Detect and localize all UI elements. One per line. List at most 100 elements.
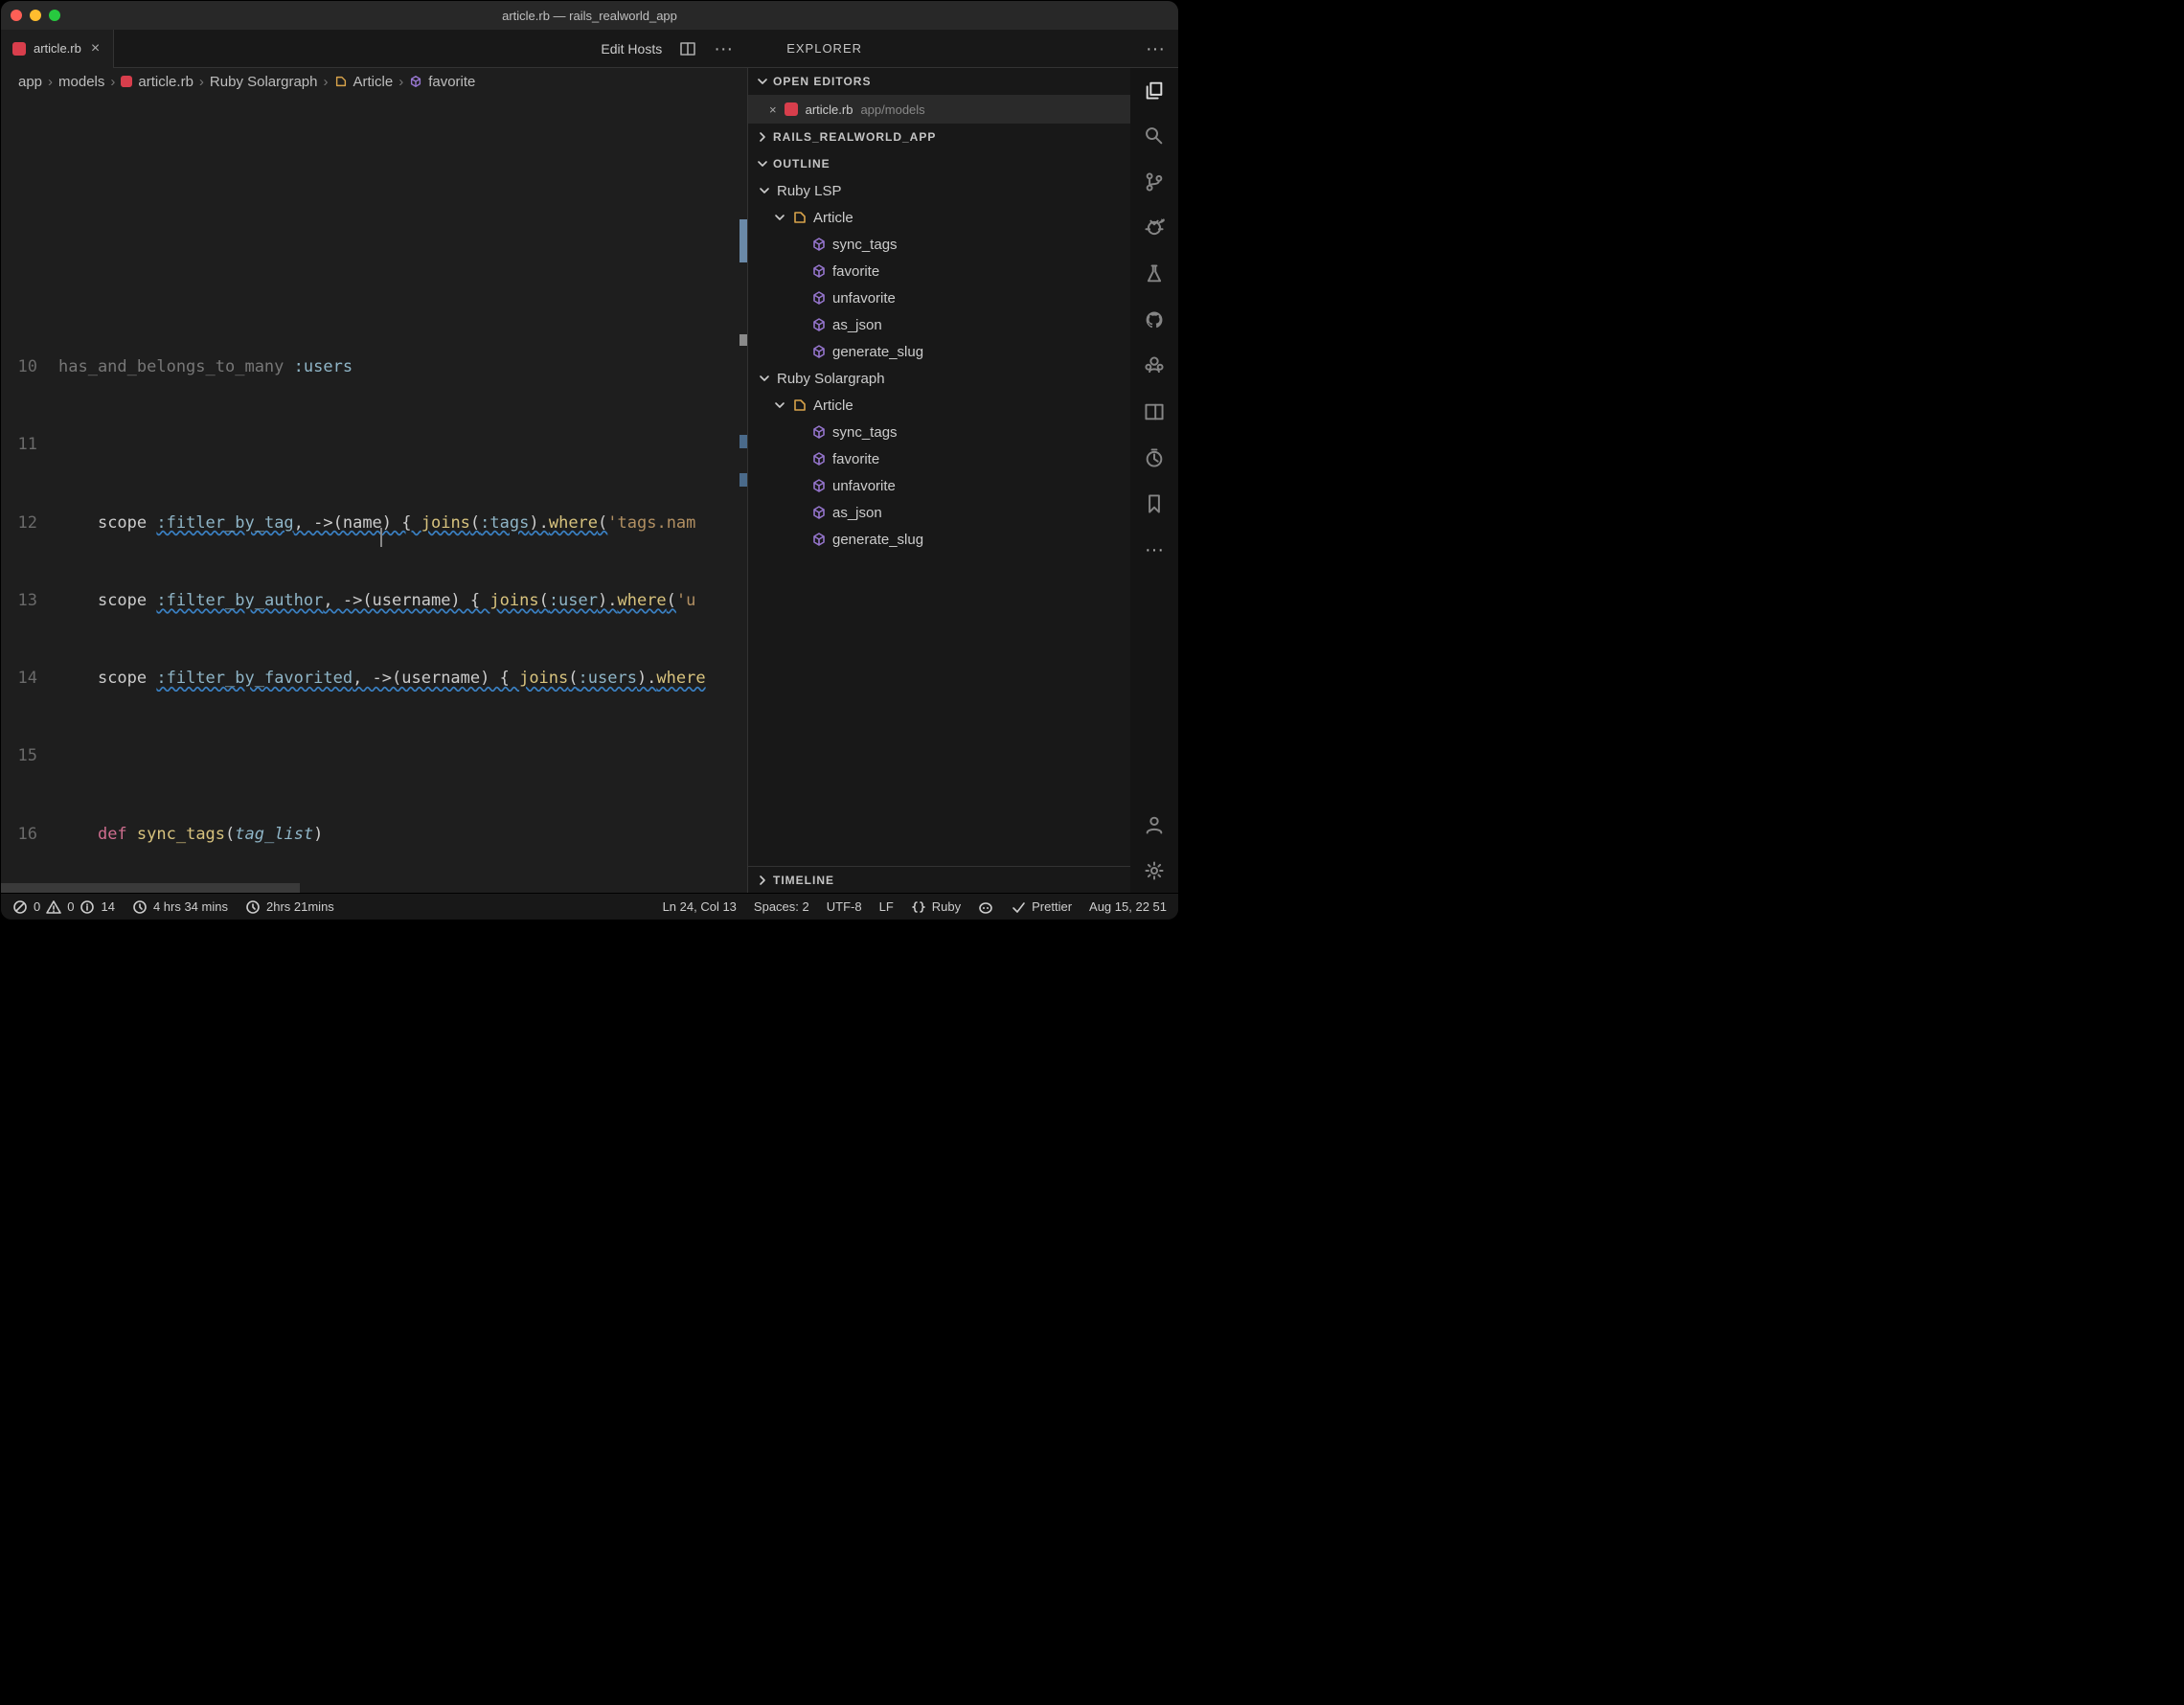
ruby-file-icon bbox=[785, 102, 798, 116]
outline-method-sync-tags[interactable]: sync_tags bbox=[752, 419, 1130, 445]
outline-method-favorite[interactable]: favorite bbox=[752, 445, 1130, 472]
traffic-lights bbox=[11, 10, 60, 21]
status-indentation[interactable]: Spaces: 2 bbox=[754, 899, 809, 914]
status-cursor-position[interactable]: Ln 24, Col 13 bbox=[663, 899, 737, 914]
tab-close-icon[interactable]: × bbox=[89, 40, 102, 57]
outline-method-as-json[interactable]: as_json bbox=[752, 311, 1130, 338]
clock-icon bbox=[245, 899, 261, 915]
graph-icon[interactable] bbox=[1142, 353, 1167, 378]
outline-class-article[interactable]: Article bbox=[752, 392, 1130, 419]
status-eol[interactable]: LF bbox=[879, 899, 894, 914]
timeline-header[interactable]: TIMELINE bbox=[748, 866, 1130, 893]
class-icon bbox=[334, 75, 348, 88]
more-icon[interactable]: ··· bbox=[1142, 537, 1167, 562]
status-copilot[interactable] bbox=[978, 899, 993, 915]
edit-hosts-button[interactable]: Edit Hosts bbox=[601, 41, 662, 57]
minimize-window-icon[interactable] bbox=[30, 10, 41, 21]
search-icon[interactable] bbox=[1142, 124, 1167, 148]
project-folder-header[interactable]: RAILS_REALWORLD_APP bbox=[748, 124, 1130, 150]
class-icon bbox=[792, 398, 808, 413]
outline-provider-rubylsp[interactable]: Ruby LSP bbox=[752, 177, 1130, 204]
open-editor-item[interactable]: × article.rb app/models bbox=[748, 95, 1130, 124]
outline-header[interactable]: OUTLINE bbox=[748, 150, 1130, 177]
method-icon bbox=[811, 317, 827, 332]
breadcrumb-file[interactable]: article.rb bbox=[138, 74, 193, 90]
source-control-icon[interactable] bbox=[1142, 170, 1167, 194]
outline-tree: Ruby LSP Article sync_tags favorite unfa… bbox=[748, 177, 1130, 866]
outline-class-article[interactable]: Article bbox=[752, 204, 1130, 231]
overview-ruler-mark bbox=[739, 473, 747, 487]
zoom-window-icon[interactable] bbox=[49, 10, 60, 21]
editor-window: article.rb — rails_realworld_app article… bbox=[0, 0, 1179, 921]
status-prettier[interactable]: Prettier bbox=[1011, 899, 1072, 915]
tab-bar: article.rb × Edit Hosts ··· EXPLORER ··· bbox=[1, 30, 1178, 68]
status-language[interactable]: Ruby bbox=[911, 899, 961, 915]
account-icon[interactable] bbox=[1142, 812, 1167, 837]
github-icon[interactable] bbox=[1142, 307, 1167, 332]
split-editor-icon[interactable] bbox=[679, 40, 696, 57]
ruby-file-icon bbox=[12, 42, 26, 56]
method-icon bbox=[811, 424, 827, 440]
breadcrumb[interactable]: app› models› article.rb› Ruby Solargraph… bbox=[1, 68, 747, 95]
outline-provider-solargraph[interactable]: Ruby Solargraph bbox=[752, 365, 1130, 392]
ban-icon bbox=[12, 899, 28, 915]
close-window-icon[interactable] bbox=[11, 10, 22, 21]
status-problems[interactable]: 0 0 14 bbox=[12, 899, 115, 915]
window-title: article.rb — rails_realworld_app bbox=[1, 9, 1178, 23]
horizontal-scrollbar[interactable] bbox=[1, 883, 747, 893]
overview-ruler-mark bbox=[739, 219, 747, 262]
breadcrumb-provider[interactable]: Ruby Solargraph bbox=[210, 74, 318, 90]
layout-icon[interactable] bbox=[1142, 399, 1167, 424]
breadcrumb-app[interactable]: app bbox=[18, 74, 42, 90]
copilot-icon bbox=[978, 899, 993, 915]
method-icon bbox=[811, 237, 827, 252]
braces-icon bbox=[911, 899, 926, 915]
open-editor-path: app/models bbox=[860, 102, 924, 117]
outline-method-unfavorite[interactable]: unfavorite bbox=[752, 284, 1130, 311]
sidebar: OPEN EDITORS × article.rb app/models RAI… bbox=[747, 68, 1130, 893]
outline-method-generate-slug[interactable]: generate_slug bbox=[752, 526, 1130, 553]
outline-method-generate-slug[interactable]: generate_slug bbox=[752, 338, 1130, 365]
open-editors-header[interactable]: OPEN EDITORS bbox=[748, 68, 1130, 95]
timer-icon[interactable] bbox=[1142, 445, 1167, 470]
check-icon bbox=[1011, 899, 1026, 915]
code-editor[interactable]: 10has_and_belongs_to_many :users 11 12 s… bbox=[1, 95, 747, 883]
outline-method-as-json[interactable]: as_json bbox=[752, 499, 1130, 526]
tab-overflow-icon[interactable]: ··· bbox=[714, 40, 733, 57]
run-debug-icon[interactable] bbox=[1142, 216, 1167, 240]
overview-ruler-mark bbox=[739, 334, 747, 346]
bookmark-icon[interactable] bbox=[1142, 491, 1167, 516]
text-cursor-icon bbox=[380, 528, 382, 547]
warning-icon bbox=[46, 899, 61, 915]
breadcrumb-models[interactable]: models bbox=[58, 74, 104, 90]
status-wakatime[interactable]: 4 hrs 34 mins bbox=[132, 899, 228, 915]
gear-icon[interactable] bbox=[1142, 858, 1167, 883]
activity-bar: ··· bbox=[1130, 68, 1178, 893]
tab-label: article.rb bbox=[34, 41, 81, 56]
open-editor-filename: article.rb bbox=[806, 102, 853, 117]
method-icon bbox=[811, 263, 827, 279]
method-icon bbox=[811, 532, 827, 547]
method-icon bbox=[811, 478, 827, 493]
titlebar: article.rb — rails_realworld_app bbox=[1, 1, 1178, 30]
method-icon bbox=[409, 75, 422, 88]
status-clock[interactable]: Aug 15, 22 51 bbox=[1089, 899, 1167, 914]
outline-method-unfavorite[interactable]: unfavorite bbox=[752, 472, 1130, 499]
class-icon bbox=[792, 210, 808, 225]
close-icon[interactable]: × bbox=[769, 102, 777, 117]
breadcrumb-method[interactable]: favorite bbox=[428, 74, 475, 90]
info-icon bbox=[80, 899, 95, 915]
outline-method-sync-tags[interactable]: sync_tags bbox=[752, 231, 1130, 258]
explorer-title: EXPLORER bbox=[786, 41, 862, 56]
explorer-icon[interactable] bbox=[1142, 78, 1167, 102]
breadcrumb-class[interactable]: Article bbox=[353, 74, 394, 90]
outline-method-favorite[interactable]: favorite bbox=[752, 258, 1130, 284]
status-codetime[interactable]: 2hrs 21mins bbox=[245, 899, 334, 915]
explorer-overflow-icon[interactable]: ··· bbox=[1146, 40, 1165, 57]
testing-icon[interactable] bbox=[1142, 261, 1167, 286]
status-bar: 0 0 14 4 hrs 34 mins 2hrs 21mins Ln 24, … bbox=[1, 893, 1178, 920]
method-icon bbox=[811, 290, 827, 306]
status-encoding[interactable]: UTF-8 bbox=[827, 899, 862, 914]
tab-article-rb[interactable]: article.rb × bbox=[1, 30, 114, 67]
overview-ruler-mark bbox=[739, 435, 747, 448]
